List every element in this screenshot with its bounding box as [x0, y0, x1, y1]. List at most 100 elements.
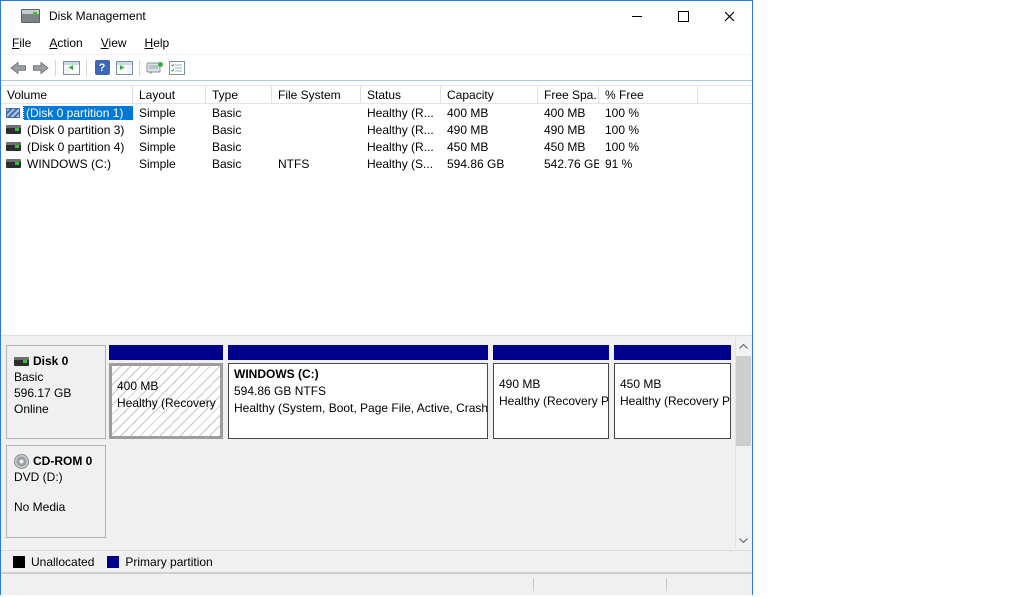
list-options-button[interactable] — [166, 57, 188, 79]
partition-1-box[interactable]: 400 MB Healthy (Recovery P — [109, 345, 223, 439]
table-row-partition-1[interactable]: (Disk 0 partition 1) Simple Basic Health… — [1, 104, 752, 121]
titlebar: Disk Management — [1, 1, 752, 31]
column-header-filler — [698, 86, 752, 103]
vertical-scrollbar[interactable] — [735, 338, 751, 548]
partition-type-color-bar — [614, 345, 731, 360]
status-cell: Healthy (R... — [361, 140, 441, 154]
status-cell: Healthy (R... — [361, 106, 441, 120]
close-button[interactable] — [706, 1, 752, 31]
properties-button[interactable] — [144, 57, 166, 79]
close-icon — [724, 11, 735, 22]
capacity-cell: 450 MB — [441, 140, 538, 154]
table-row-windows-c[interactable]: WINDOWS (C:) Simple Basic NTFS Healthy (… — [1, 155, 752, 172]
help-icon: ? — [95, 60, 110, 75]
minimize-button[interactable] — [614, 1, 660, 31]
show-console-tree-icon — [63, 61, 80, 75]
volume-cell: (Disk 0 partition 3) — [1, 123, 133, 137]
cd-rom-icon — [14, 454, 29, 469]
free-space-cell: 542.76 GB — [538, 157, 599, 171]
basic-partition-icon — [6, 142, 21, 151]
volume-cell: (Disk 0 partition 4) — [1, 140, 133, 154]
column-header-status[interactable]: Status — [361, 86, 441, 103]
capacity-cell: 400 MB — [441, 106, 538, 120]
column-header-file-system[interactable]: File System — [272, 86, 361, 103]
disk0-status: Online — [14, 401, 105, 417]
legend-bar: Unallocated Primary partition — [1, 550, 752, 572]
basic-partition-icon — [6, 125, 21, 134]
help-button[interactable]: ? — [91, 57, 113, 79]
pop-up-properties-icon — [146, 61, 164, 75]
column-header-capacity[interactable]: Capacity — [441, 86, 538, 103]
type-cell: Basic — [206, 140, 272, 154]
disk-management-app-icon — [21, 9, 40, 23]
partition-type-color-bar — [493, 345, 609, 360]
partition-windows-c-body: WINDOWS (C:) 594.86 GB NTFS Healthy (Sys… — [228, 363, 488, 439]
disk0-info-panel[interactable]: Disk 0 Basic 596.17 GB Online — [6, 345, 106, 439]
partition-status-line: Healthy (Recovery P — [499, 393, 603, 410]
disk0-size: 596.17 GB — [14, 385, 105, 401]
volume-list-header: Volume Layout Type File System Status Ca… — [1, 85, 752, 104]
volume-cell: WINDOWS (C:) — [1, 157, 133, 171]
column-header-percent-free[interactable]: % Free — [599, 86, 698, 103]
menu-view[interactable]: View — [92, 36, 136, 50]
partition-3-box[interactable]: 490 MB Healthy (Recovery P — [493, 345, 609, 439]
status-bar-separator — [666, 578, 667, 591]
maximize-button[interactable] — [660, 1, 706, 31]
type-cell: Basic — [206, 106, 272, 120]
column-header-free-space[interactable]: Free Spa... — [538, 86, 599, 103]
file-system-cell: NTFS — [272, 157, 361, 171]
volume-name: (Disk 0 partition 4) — [25, 140, 133, 154]
scrollbar-thumb[interactable] — [736, 356, 751, 446]
scroll-down-button[interactable] — [736, 532, 751, 548]
column-header-volume[interactable]: Volume — [1, 86, 133, 103]
back-arrow-icon — [10, 61, 27, 75]
volume-name: WINDOWS (C:) — [25, 157, 133, 171]
menu-help[interactable]: Help — [136, 36, 179, 50]
partition-type-color-bar — [109, 345, 223, 360]
forward-arrow-icon — [32, 61, 49, 75]
disk-graphic-pane: Disk 0 Basic 596.17 GB Online 400 MB Hea… — [1, 335, 752, 550]
type-cell: Basic — [206, 123, 272, 137]
capacity-cell: 490 MB — [441, 123, 538, 137]
layout-cell: Simple — [133, 140, 206, 154]
percent-free-cell: 100 % — [599, 123, 698, 137]
forward-button[interactable] — [29, 57, 51, 79]
free-space-cell: 450 MB — [538, 140, 599, 154]
column-header-layout[interactable]: Layout — [133, 86, 206, 103]
partition-4-box[interactable]: 450 MB Healthy (Recovery P — [614, 345, 731, 439]
cdrom-info-panel[interactable]: CD-ROM 0 DVD (D:) No Media — [6, 445, 106, 538]
window-title: Disk Management — [49, 9, 146, 23]
partition-status-line: Healthy (Recovery P — [620, 393, 725, 410]
partition-status-line: Healthy (Recovery P — [117, 395, 215, 412]
show-action-pane-button[interactable] — [113, 57, 135, 79]
percent-free-cell: 100 % — [599, 140, 698, 154]
spacer — [14, 485, 105, 499]
desktop: { "window": { "title": "Disk Management"… — [0, 0, 1026, 597]
disk0-partition-strip: 400 MB Healthy (Recovery P WINDOWS (C:) … — [109, 345, 731, 439]
toolbar-separator — [86, 60, 87, 76]
column-header-type[interactable]: Type — [206, 86, 272, 103]
partition-windows-c-box[interactable]: WINDOWS (C:) 594.86 GB NTFS Healthy (Sys… — [228, 345, 488, 439]
volume-list-pane: Volume Layout Type File System Status Ca… — [1, 81, 752, 335]
percent-free-cell: 100 % — [599, 106, 698, 120]
table-row-partition-4[interactable]: (Disk 0 partition 4) Simple Basic Health… — [1, 138, 752, 155]
back-button[interactable] — [7, 57, 29, 79]
hatched-partition-icon — [6, 108, 20, 118]
table-row-partition-3[interactable]: (Disk 0 partition 3) Simple Basic Health… — [1, 121, 752, 138]
type-cell: Basic — [206, 157, 272, 171]
menu-action[interactable]: Action — [40, 36, 91, 50]
scroll-up-button[interactable] — [736, 338, 751, 354]
disk-management-window: Disk Management File Action View Help ? — [0, 0, 753, 595]
partition-size-line: 400 MB — [117, 378, 215, 395]
disk-icon — [14, 357, 29, 366]
status-cell: Healthy (S... — [361, 157, 441, 171]
menu-file[interactable]: File — [11, 36, 40, 50]
free-space-cell: 490 MB — [538, 123, 599, 137]
cdrom-name: CD-ROM 0 — [33, 453, 92, 469]
show-console-tree-button[interactable] — [60, 57, 82, 79]
list-options-icon — [169, 61, 185, 75]
capacity-cell: 594.86 GB — [441, 157, 538, 171]
toolbar: ? — [1, 55, 752, 81]
partition-4-body: 450 MB Healthy (Recovery P — [614, 363, 731, 439]
chevron-up-icon — [739, 344, 748, 349]
